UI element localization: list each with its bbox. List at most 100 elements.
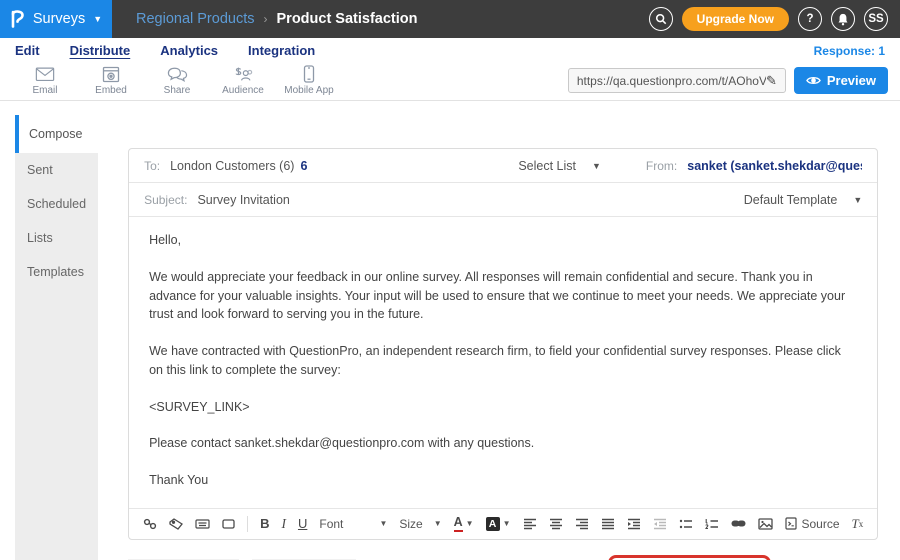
font-dropdown[interactable]: Font ▼ bbox=[319, 517, 387, 531]
font-label: Font bbox=[319, 517, 343, 531]
schedule-row: 12/31/2019 11 : 45 PM ✎ (GMT-07:00) Paci… bbox=[128, 555, 878, 560]
select-list-dropdown[interactable]: Select List ▼ bbox=[518, 159, 601, 173]
to-label: To: bbox=[144, 159, 160, 173]
distribute-sidebar: Compose Sent Scheduled Lists Templates bbox=[15, 115, 98, 560]
italic-button[interactable]: I bbox=[281, 516, 286, 532]
breadcrumb-separator: › bbox=[264, 12, 268, 26]
survey-tabbar: Edit Distribute Analytics Integration Re… bbox=[0, 38, 900, 61]
hyperlink-icon bbox=[731, 519, 746, 528]
to-row: To: London Customers (6) 6 Select List ▼… bbox=[129, 149, 877, 183]
body-paragraph: Please contact sanket.shekdar@questionpr… bbox=[149, 434, 857, 453]
search-icon bbox=[655, 13, 667, 25]
top-header: Surveys ▼ Regional Products › Product Sa… bbox=[0, 0, 900, 38]
underline-button[interactable]: U bbox=[298, 516, 307, 531]
bold-button[interactable]: B bbox=[260, 516, 269, 531]
select-list-label: Select List bbox=[518, 159, 576, 173]
avatar[interactable]: SS bbox=[864, 7, 888, 31]
size-dropdown[interactable]: Size ▼ bbox=[399, 517, 441, 531]
channel-label: Email bbox=[32, 85, 57, 96]
align-center-button[interactable] bbox=[549, 518, 563, 530]
text-color-button[interactable]: A ▼ bbox=[454, 516, 474, 532]
search-button[interactable] bbox=[649, 7, 673, 31]
response-count[interactable]: Response: 1 bbox=[814, 44, 885, 58]
justify-icon bbox=[601, 518, 615, 530]
body-paragraph: <SURVEY_LINK> bbox=[149, 398, 857, 417]
preview-label: Preview bbox=[827, 73, 876, 88]
channel-label: Audience bbox=[222, 85, 264, 96]
align-left-button[interactable] bbox=[523, 518, 537, 530]
help-button[interactable]: ? bbox=[798, 7, 822, 31]
to-value[interactable]: London Customers (6) bbox=[170, 159, 294, 173]
subject-row: Subject: Survey Invitation Default Templ… bbox=[129, 183, 877, 217]
breadcrumb-folder-link[interactable]: Regional Products bbox=[136, 11, 255, 27]
source-label: Source bbox=[802, 517, 840, 531]
audience-dollar-icon bbox=[233, 66, 253, 83]
channel-mobile-app[interactable]: Mobile App bbox=[276, 65, 342, 96]
link-icon[interactable] bbox=[143, 518, 157, 530]
edit-url-icon[interactable]: ✎ bbox=[766, 73, 777, 89]
source-button[interactable]: Source bbox=[785, 517, 840, 531]
notifications-button[interactable] bbox=[831, 7, 855, 31]
survey-url-field[interactable]: https://qa.questionpro.com/t/AOhoVZfqml … bbox=[568, 68, 786, 93]
tab-distribute[interactable]: Distribute bbox=[70, 43, 131, 58]
channel-share[interactable]: Share bbox=[144, 66, 210, 96]
channel-email[interactable]: Email bbox=[12, 66, 78, 96]
numbered-list-button[interactable] bbox=[705, 518, 719, 530]
chevron-down-icon: ▼ bbox=[853, 195, 862, 205]
remove-format-button[interactable]: Tx bbox=[852, 516, 864, 532]
from-value[interactable]: sanket (sanket.shekdar@ques... bbox=[687, 159, 862, 173]
image-button[interactable] bbox=[758, 518, 773, 530]
align-right-button[interactable] bbox=[575, 518, 589, 530]
button-icon[interactable] bbox=[222, 519, 235, 529]
bell-icon bbox=[837, 13, 849, 26]
sidebar-item-templates[interactable]: Templates bbox=[15, 255, 98, 289]
channel-audience[interactable]: Audience bbox=[210, 66, 276, 96]
bullet-list-button[interactable] bbox=[679, 518, 693, 530]
tab-integration[interactable]: Integration bbox=[248, 43, 315, 58]
align-left-icon bbox=[523, 518, 537, 530]
tab-edit[interactable]: Edit bbox=[15, 43, 40, 58]
channel-label: Share bbox=[164, 85, 191, 96]
keyboard-icon[interactable] bbox=[195, 519, 210, 529]
main-area: Compose Sent Scheduled Lists Templates T… bbox=[0, 101, 900, 560]
body-paragraph: Hello, bbox=[149, 231, 857, 250]
preview-button[interactable]: Preview bbox=[794, 67, 888, 94]
justify-button[interactable] bbox=[601, 518, 615, 530]
distribute-channels-bar: Email Embed Share Audience Mobile App ht… bbox=[0, 61, 900, 101]
upgrade-now-button[interactable]: Upgrade Now bbox=[682, 7, 789, 31]
outdent-button[interactable] bbox=[653, 518, 667, 530]
recipient-count[interactable]: 6 bbox=[300, 159, 307, 173]
bg-color-button[interactable]: A ▼ bbox=[486, 517, 511, 531]
questionpro-logo-icon bbox=[10, 9, 25, 29]
image-icon bbox=[758, 518, 773, 530]
template-label: Default Template bbox=[744, 193, 838, 207]
sidebar-item-scheduled[interactable]: Scheduled bbox=[15, 187, 98, 221]
template-dropdown[interactable]: Default Template ▼ bbox=[744, 193, 863, 207]
sidebar-item-compose[interactable]: Compose bbox=[15, 115, 98, 153]
channel-embed[interactable]: Embed bbox=[78, 66, 144, 96]
chevron-down-icon: ▼ bbox=[466, 519, 474, 528]
tab-analytics[interactable]: Analytics bbox=[160, 43, 218, 58]
align-right-icon bbox=[575, 518, 589, 530]
subject-value[interactable]: Survey Invitation bbox=[197, 193, 289, 207]
tag-icon[interactable] bbox=[169, 518, 183, 530]
hyperlink-button[interactable] bbox=[731, 519, 746, 528]
sidebar-item-lists[interactable]: Lists bbox=[15, 221, 98, 255]
highlight-ring: Schedule Invitation bbox=[608, 555, 771, 560]
text-color-icon: A bbox=[454, 516, 463, 532]
subject-label: Subject: bbox=[144, 193, 187, 207]
chevron-down-icon: ▼ bbox=[503, 519, 511, 528]
email-body-editor[interactable]: Hello, We would appreciate your feedback… bbox=[129, 217, 877, 490]
questionpro-logo-menu[interactable]: Surveys ▼ bbox=[0, 0, 112, 38]
mobile-phone-icon bbox=[303, 65, 315, 83]
compose-content: To: London Customers (6) 6 Select List ▼… bbox=[98, 101, 900, 560]
breadcrumb: Regional Products › Product Satisfaction bbox=[136, 11, 418, 27]
from-label: From: bbox=[646, 159, 677, 173]
breadcrumb-survey-name: Product Satisfaction bbox=[277, 11, 418, 27]
numbered-list-icon bbox=[705, 518, 719, 530]
remove-format-icon: T bbox=[852, 516, 859, 532]
sidebar-item-sent[interactable]: Sent bbox=[15, 153, 98, 187]
body-paragraph: We have contracted with QuestionPro, an … bbox=[149, 342, 857, 380]
indent-button[interactable] bbox=[627, 518, 641, 530]
chevron-down-icon: ▼ bbox=[434, 519, 442, 528]
